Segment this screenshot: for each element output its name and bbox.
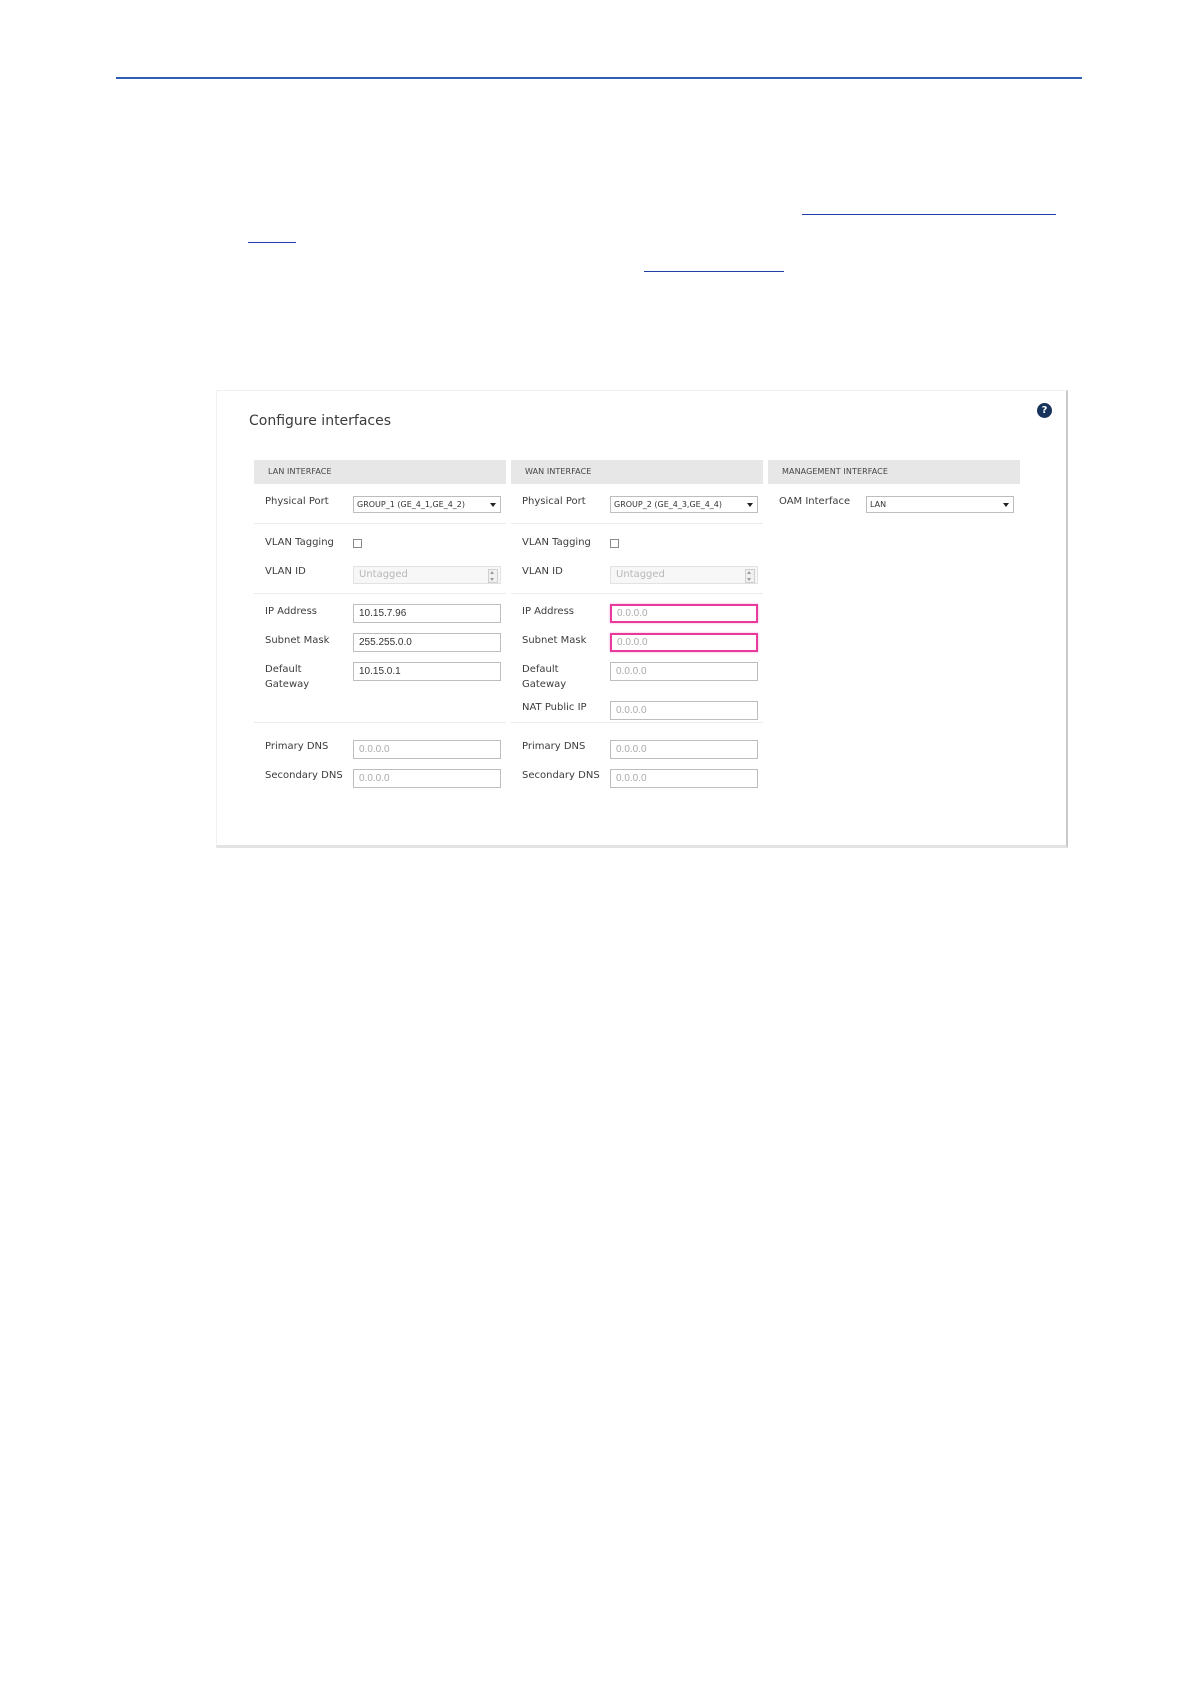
- divider: [254, 593, 506, 594]
- oam-interface-label: OAM Interface: [779, 496, 851, 507]
- lan-interface-section: LAN INTERFACE Physical Port GROUP_1 (GE_…: [254, 460, 506, 840]
- wan-vlan-id-field: Untagged: [610, 566, 758, 584]
- lan-physical-port-value: GROUP_1 (GE_4_1,GE_4_2): [357, 500, 466, 509]
- spinner-arrows-icon: [488, 569, 498, 583]
- page-top-rule: [116, 77, 1082, 79]
- secondary-dns-label: Secondary DNS: [265, 770, 343, 781]
- primary-dns-label: Primary DNS: [522, 741, 586, 752]
- divider: [511, 523, 763, 524]
- spinner-arrows-icon: [745, 569, 755, 583]
- lan-primary-dns-input[interactable]: [353, 740, 501, 759]
- oam-interface-select[interactable]: LAN: [866, 496, 1014, 513]
- divider: [254, 523, 506, 524]
- nat-public-ip-label: NAT Public IP: [522, 702, 587, 713]
- wan-default-gateway-input[interactable]: [610, 662, 758, 681]
- hyperlink-underline[interactable]: [644, 271, 784, 272]
- default-gateway-label: Default Gateway: [522, 664, 567, 690]
- default-gateway-label: Default Gateway: [265, 664, 310, 690]
- panel-title: Configure interfaces: [249, 413, 392, 429]
- subnet-mask-label: Subnet Mask: [522, 635, 587, 646]
- vlan-id-label: VLAN ID: [265, 566, 306, 577]
- wan-vlan-id-placeholder: Untagged: [616, 569, 665, 580]
- lan-section-header: LAN INTERFACE: [254, 460, 506, 484]
- vlan-id-label: VLAN ID: [522, 566, 563, 577]
- wan-secondary-dns-input[interactable]: [610, 769, 758, 788]
- physical-port-label: Physical Port: [522, 496, 586, 507]
- wan-primary-dns-input[interactable]: [610, 740, 758, 759]
- lan-secondary-dns-input[interactable]: [353, 769, 501, 788]
- divider: [254, 722, 506, 723]
- wan-vlan-tagging-checkbox[interactable]: [610, 539, 619, 548]
- ip-address-label: IP Address: [265, 606, 317, 617]
- wan-physical-port-value: GROUP_2 (GE_4_3,GE_4_4): [614, 500, 723, 509]
- ip-address-label: IP Address: [522, 606, 574, 617]
- hyperlink-underline[interactable]: [802, 214, 1056, 215]
- wan-section-header: WAN INTERFACE: [511, 460, 763, 484]
- vlan-tagging-label: VLAN Tagging: [265, 537, 334, 548]
- wan-subnet-mask-input[interactable]: [610, 633, 758, 652]
- chevron-down-icon: [1003, 503, 1009, 507]
- management-section-header: MANAGEMENT INTERFACE: [768, 460, 1020, 484]
- configure-interfaces-panel: Configure interfaces ? LAN INTERFACE Phy…: [216, 390, 1068, 848]
- chevron-down-icon: [490, 503, 496, 507]
- help-icon[interactable]: ?: [1037, 403, 1052, 418]
- lan-vlan-tagging-checkbox[interactable]: [353, 539, 362, 548]
- subnet-mask-label: Subnet Mask: [265, 635, 330, 646]
- lan-ip-address-input[interactable]: [353, 604, 501, 623]
- secondary-dns-label: Secondary DNS: [522, 770, 600, 781]
- vlan-tagging-label: VLAN Tagging: [522, 537, 591, 548]
- oam-interface-value: LAN: [870, 500, 887, 509]
- lan-subnet-mask-input[interactable]: [353, 633, 501, 652]
- wan-nat-public-ip-input[interactable]: [610, 701, 758, 720]
- chevron-down-icon: [747, 503, 753, 507]
- physical-port-label: Physical Port: [265, 496, 329, 507]
- divider: [511, 593, 763, 594]
- primary-dns-label: Primary DNS: [265, 741, 329, 752]
- wan-interface-section: WAN INTERFACE Physical Port GROUP_2 (GE_…: [511, 460, 763, 840]
- wan-physical-port-select[interactable]: GROUP_2 (GE_4_3,GE_4_4): [610, 496, 758, 513]
- divider: [511, 722, 763, 723]
- management-interface-section: MANAGEMENT INTERFACE OAM Interface LAN: [768, 460, 1020, 840]
- wan-ip-address-input[interactable]: [610, 604, 758, 623]
- lan-vlan-id-field: Untagged: [353, 566, 501, 584]
- lan-default-gateway-input[interactable]: [353, 662, 501, 681]
- lan-vlan-id-placeholder: Untagged: [359, 569, 408, 580]
- hyperlink-underline-continued[interactable]: [248, 242, 296, 243]
- lan-physical-port-select[interactable]: GROUP_1 (GE_4_1,GE_4_2): [353, 496, 501, 513]
